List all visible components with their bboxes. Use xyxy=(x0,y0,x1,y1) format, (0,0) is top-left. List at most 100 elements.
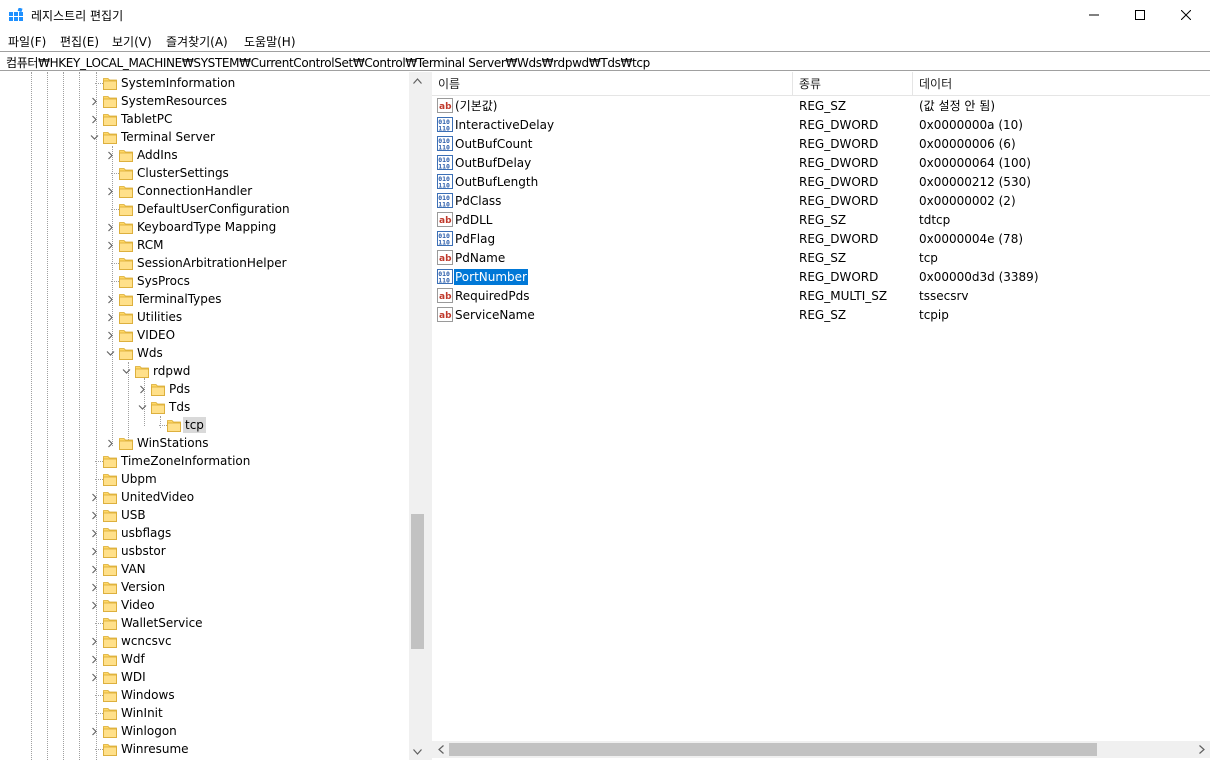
tree-node[interactable]: Pds xyxy=(0,380,409,398)
tree-node-label[interactable]: Utilities xyxy=(135,309,184,325)
tree-node[interactable]: AddIns xyxy=(0,146,409,164)
value-name[interactable]: PdDLL xyxy=(454,212,493,228)
tree-node[interactable]: Wds xyxy=(0,344,409,362)
tree-node-label[interactable]: Pds xyxy=(167,381,192,397)
horizontal-scroll-thumb[interactable] xyxy=(449,743,1097,756)
address-bar[interactable]: 컴퓨터₩HKEY_LOCAL_MACHINE₩SYSTEM₩CurrentCon… xyxy=(0,51,1210,71)
scroll-left-button[interactable] xyxy=(432,741,449,758)
chevron-right-icon[interactable] xyxy=(103,290,117,308)
chevron-right-icon[interactable] xyxy=(103,326,117,344)
chevron-right-icon[interactable] xyxy=(87,722,101,740)
horizontal-scrollbar[interactable] xyxy=(432,741,1210,758)
value-row[interactable]: 010 110 PortNumber REG_DWORD 0x00000d3d (338… xyxy=(432,267,1210,286)
tree-node[interactable]: Ubpm xyxy=(0,470,409,488)
value-row[interactable]: 010 110 OutBufDelay REG_DWORD 0x00000064 (10… xyxy=(432,153,1210,172)
tree-node-label[interactable]: usbstor xyxy=(119,543,168,559)
title-bar[interactable]: 레지스트리 편집기 xyxy=(0,0,1210,30)
values-list[interactable]: 이름 종류 데이터 ab (기본값) REG_SZ (값 설정 안 됨) 010 110 I… xyxy=(432,72,1210,760)
value-row[interactable]: 010 110 PdFlag REG_DWORD 0x0000004e (78) xyxy=(432,229,1210,248)
tree-node-label[interactable]: usbflags xyxy=(119,525,173,541)
value-name[interactable]: OutBufDelay xyxy=(454,155,532,171)
address-path[interactable]: 컴퓨터₩HKEY_LOCAL_MACHINE₩SYSTEM₩CurrentCon… xyxy=(6,54,650,71)
value-name[interactable]: OutBufLength xyxy=(454,174,539,190)
registry-tree[interactable]: SystemInformation SystemResources TabletPC… xyxy=(0,72,426,760)
tree-node-label[interactable]: Winlogon xyxy=(119,723,179,739)
tree-node[interactable]: Wdf xyxy=(0,650,409,668)
tree-node-label[interactable]: SystemResources xyxy=(119,93,229,109)
tree-node[interactable]: usbstor xyxy=(0,542,409,560)
tree-node[interactable]: tcp xyxy=(0,416,409,434)
tree-node[interactable]: KeyboardType Mapping xyxy=(0,218,409,236)
tree-node[interactable]: VAN xyxy=(0,560,409,578)
chevron-right-icon[interactable] xyxy=(87,650,101,668)
value-name[interactable]: (기본값) xyxy=(454,98,498,114)
tree-node[interactable]: TerminalTypes xyxy=(0,290,409,308)
scroll-up-button[interactable] xyxy=(409,72,426,89)
tree-node-label[interactable]: SessionArbitrationHelper xyxy=(135,255,289,271)
tree-node-label[interactable]: AddIns xyxy=(135,147,180,163)
tree-node-label[interactable]: TerminalTypes xyxy=(135,291,224,307)
chevron-right-icon[interactable] xyxy=(103,308,117,326)
tree-node-label[interactable]: Tds xyxy=(167,399,192,415)
tree-node-label[interactable]: Ubpm xyxy=(119,471,159,487)
tree-node-label[interactable]: WinInit xyxy=(119,705,165,721)
tree-node[interactable]: Terminal Server xyxy=(0,128,409,146)
menu-view[interactable]: 보기(V) xyxy=(112,33,152,50)
minimize-button[interactable] xyxy=(1071,0,1117,30)
tree-node-label[interactable]: Terminal Server xyxy=(119,129,217,145)
tree-node[interactable]: SystemInformation xyxy=(0,74,409,92)
tree-node-label[interactable]: WDI xyxy=(119,669,148,685)
value-name[interactable]: RequiredPds xyxy=(454,288,531,304)
scroll-down-button[interactable] xyxy=(409,743,426,760)
value-row[interactable]: 010 110 PdClass REG_DWORD 0x00000002 (2) xyxy=(432,191,1210,210)
value-row[interactable]: ab PdDLL REG_SZ tdtcp xyxy=(432,210,1210,229)
tree-node[interactable]: UnitedVideo xyxy=(0,488,409,506)
chevron-down-icon[interactable] xyxy=(119,362,133,380)
tree-node-label[interactable]: DefaultUserConfiguration xyxy=(135,201,292,217)
chevron-right-icon[interactable] xyxy=(87,506,101,524)
value-name[interactable]: PdClass xyxy=(454,193,502,209)
chevron-down-icon[interactable] xyxy=(103,344,117,362)
tree-node-label[interactable]: TimeZoneInformation xyxy=(119,453,252,469)
chevron-right-icon[interactable] xyxy=(87,668,101,686)
tree-node[interactable]: WinStations xyxy=(0,434,409,452)
tree-scrollbar[interactable] xyxy=(409,72,426,760)
menu-favorites[interactable]: 즐겨찾기(A) xyxy=(166,33,228,50)
tree-node-label[interactable]: USB xyxy=(119,507,148,523)
close-button[interactable] xyxy=(1163,0,1209,30)
tree-node[interactable]: Video xyxy=(0,596,409,614)
tree-node[interactable]: usbflags xyxy=(0,524,409,542)
value-row[interactable]: 010 110 InteractiveDelay REG_DWORD 0x0000000… xyxy=(432,115,1210,134)
tree-scroll-thumb[interactable] xyxy=(411,514,424,649)
chevron-right-icon[interactable] xyxy=(103,434,117,452)
tree-node[interactable]: SystemResources xyxy=(0,92,409,110)
tree-node[interactable]: ClusterSettings xyxy=(0,164,409,182)
tree-node-label[interactable]: Video xyxy=(119,597,157,613)
chevron-right-icon[interactable] xyxy=(103,146,117,164)
menu-file[interactable]: 파일(F) xyxy=(8,33,46,50)
tree-node[interactable]: Utilities xyxy=(0,308,409,326)
chevron-right-icon[interactable] xyxy=(87,578,101,596)
tree-node[interactable]: rdpwd xyxy=(0,362,409,380)
value-row[interactable]: ab ServiceName REG_SZ tcpip xyxy=(432,305,1210,324)
tree-node[interactable]: Windows xyxy=(0,686,409,704)
chevron-right-icon[interactable] xyxy=(103,182,117,200)
tree-node-label[interactable]: RCM xyxy=(135,237,165,253)
chevron-right-icon[interactable] xyxy=(135,380,149,398)
tree-node[interactable]: DefaultUserConfiguration xyxy=(0,200,409,218)
value-row[interactable]: ab RequiredPds REG_MULTI_SZ tssecsrv xyxy=(432,286,1210,305)
tree-node[interactable]: SessionArbitrationHelper xyxy=(0,254,409,272)
tree-node-label[interactable]: SystemInformation xyxy=(119,75,237,91)
value-name[interactable]: OutBufCount xyxy=(454,136,533,152)
menu-edit[interactable]: 편집(E) xyxy=(60,33,99,50)
column-header-data[interactable]: 데이터 xyxy=(913,72,1210,96)
tree-node-label[interactable]: Windows xyxy=(119,687,177,703)
chevron-right-icon[interactable] xyxy=(87,632,101,650)
tree-node-label[interactable]: ConnectionHandler xyxy=(135,183,254,199)
tree-node[interactable]: Tds xyxy=(0,398,409,416)
tree-node-label[interactable]: wcncsvc xyxy=(119,633,174,649)
tree-node-label[interactable]: TabletPC xyxy=(119,111,174,127)
tree-node[interactable]: USB xyxy=(0,506,409,524)
chevron-right-icon[interactable] xyxy=(87,524,101,542)
chevron-right-icon[interactable] xyxy=(87,542,101,560)
